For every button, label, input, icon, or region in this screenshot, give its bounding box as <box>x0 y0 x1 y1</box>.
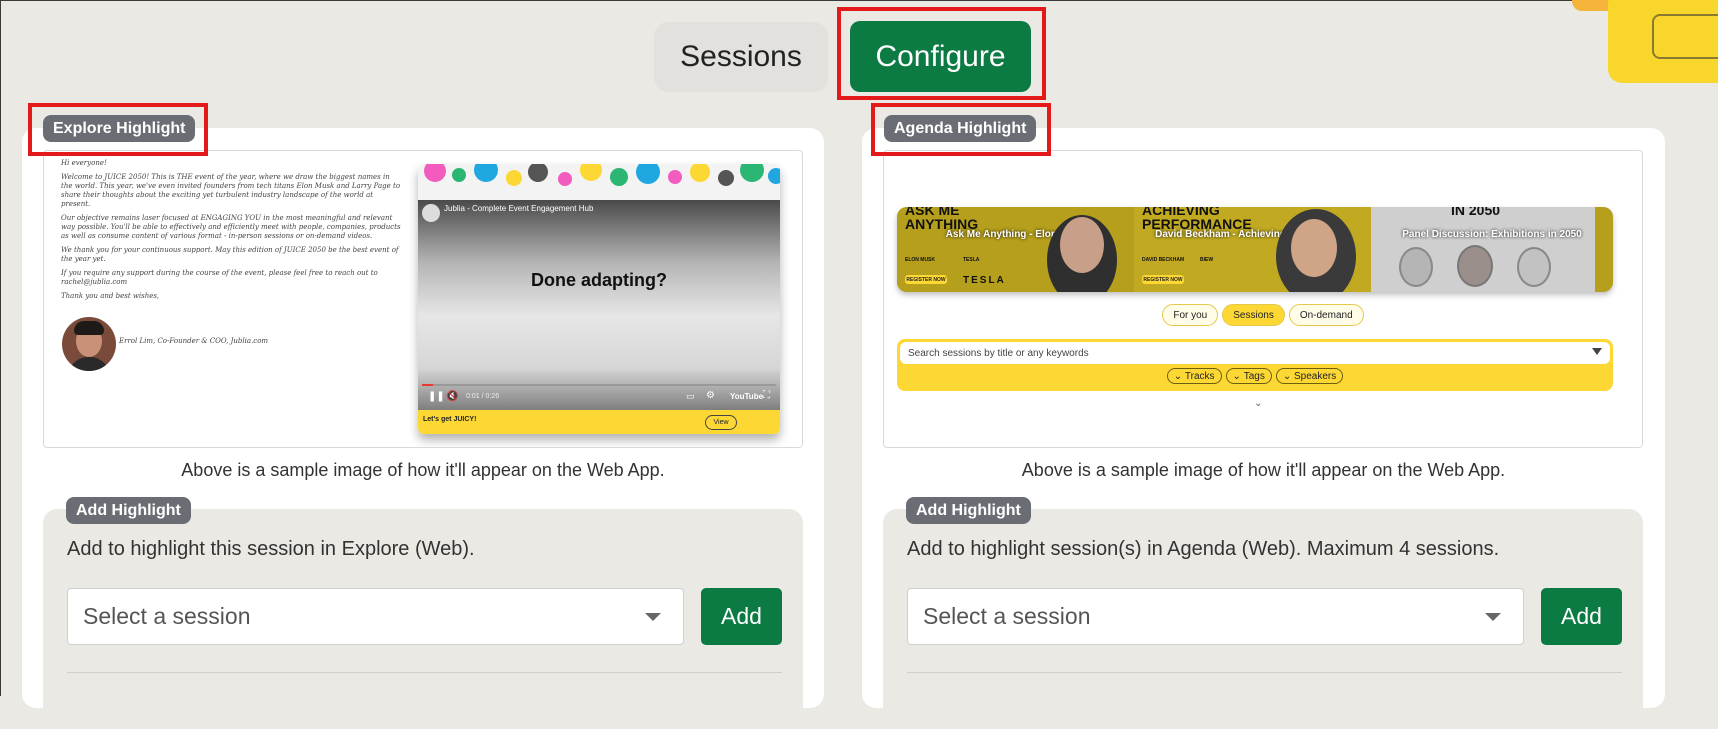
agenda-session-select[interactable]: Select a session <box>907 588 1524 645</box>
settings-icon[interactable]: ⚙ <box>706 390 715 401</box>
caret-down-icon <box>1485 613 1501 621</box>
footer-text: Let's get JUICY! <box>423 416 477 423</box>
explore-highlight-card: Hi everyone! Welcome to JUICE 2050! This… <box>22 128 824 729</box>
explore-caption: Above is a sample image of how it'll app… <box>181 460 665 480</box>
youtube-logo[interactable]: YouTube <box>730 392 763 401</box>
select-placeholder: Select a session <box>83 603 251 629</box>
banner-heading: ASK ME ANYTHING <box>905 207 979 232</box>
view-tabs: Sessions Configure <box>654 21 1031 92</box>
banner-speaker: DAVID BECKHAM <box>1142 257 1185 263</box>
filter-tags[interactable]: ⌄ Tags <box>1225 368 1272 384</box>
tab-configure[interactable]: Configure <box>850 21 1031 92</box>
tab-sessions[interactable]: Sessions <box>654 22 828 92</box>
agenda-search-input[interactable]: Search sessions by title or any keywords <box>900 342 1610 364</box>
banner-slide[interactable]: ACHIEVING PERFORMANCE David Beckham - Ac… <box>1134 207 1371 292</box>
banner-title: Panel Discussion: Exhibitions in 2050 <box>1402 229 1582 240</box>
pause-icon[interactable]: ❚❚ <box>428 391 445 402</box>
video-title: Jublia - Complete Event Engagement Hub <box>444 204 594 213</box>
agenda-search-band: Search sessions by title or any keywords… <box>897 339 1613 391</box>
frame-left <box>0 0 1 696</box>
volume-icon[interactable]: 🔇 <box>446 391 458 402</box>
video-controls: ❚❚ 🔇 0:01 / 0:26 ▭ ⚙ YouTube ⛶ <box>418 384 780 410</box>
filter-icon[interactable] <box>1592 348 1602 355</box>
banner-slide[interactable]: ASK ME ANYTHING Ask Me Anything - Elon M… <box>897 207 1134 292</box>
corner-button[interactable] <box>1652 14 1718 59</box>
video-preview: Jublia - Complete Event Engagement Hub D… <box>418 164 780 434</box>
letter-paragraph: We thank you for your continuous support… <box>61 246 399 263</box>
register-now-button[interactable]: REGISTER NOW <box>905 275 947 284</box>
filter-speakers[interactable]: ⌄ Speakers <box>1275 368 1344 384</box>
agenda-add-panel: Add to highlight session(s) in Agenda (W… <box>883 509 1643 729</box>
video-progress[interactable] <box>422 384 776 386</box>
select-placeholder: Select a session <box>923 603 1091 629</box>
explore-session-select[interactable]: Select a session <box>67 588 684 645</box>
letter-greeting: Hi everyone! <box>61 159 107 167</box>
view-button[interactable]: View <box>705 415 737 430</box>
explore-add-description: Add to highlight this session in Explore… <box>67 538 475 560</box>
caret-down-icon <box>645 613 661 621</box>
letter-paragraph: Thank you and best wishes, <box>61 292 160 300</box>
frame-top <box>0 0 1718 1</box>
divider <box>907 672 1622 673</box>
banner-heading: IN 2050 <box>1451 207 1501 218</box>
explore-add-button[interactable]: Add <box>701 588 782 645</box>
video-footer: Let's get JUICY! View <box>418 410 780 434</box>
explore-highlight-badge: Explore Highlight <box>43 115 196 142</box>
agenda-filter-pills: For you Sessions On-demand <box>884 304 1642 326</box>
video-frame[interactable]: Jublia - Complete Event Engagement Hub D… <box>418 200 780 410</box>
agenda-add-description: Add to highlight session(s) in Agenda (W… <box>907 538 1500 560</box>
agenda-filter-chips: ⌄ Tracks ⌄ Tags ⌄ Speakers <box>897 368 1613 384</box>
banner-slide[interactable]: IN 2050 Panel Discussion: Exhibitions in… <box>1371 207 1613 292</box>
banner-speaker: ELON MUSK <box>905 257 935 263</box>
filter-tracks[interactable]: ⌄ Tracks <box>1166 368 1222 384</box>
explore-add-panel: Add to highlight this session in Explore… <box>43 509 803 729</box>
banner-heading: ACHIEVING PERFORMANCE <box>1142 207 1252 232</box>
register-now-button[interactable]: REGISTER NOW <box>1142 275 1184 284</box>
letter-paragraph: Our objective remains laser focused at E… <box>61 214 401 240</box>
banner-sponsor: BIEW <box>1200 257 1214 263</box>
video-headline: Done adapting? <box>531 270 667 290</box>
video-time: 0:01 / 0:26 <box>466 393 500 400</box>
agenda-add-button[interactable]: Add <box>1541 588 1622 645</box>
explore-add-highlight-badge: Add Highlight <box>66 497 191 524</box>
banner-sponsor: TESLA <box>963 257 980 263</box>
agenda-highlight-card: ASK ME ANYTHING Ask Me Anything - Elon M… <box>862 128 1665 729</box>
agenda-add-highlight-badge: Add Highlight <box>906 497 1031 524</box>
letter-paragraph: Welcome to JUICE 2050! This is THE event… <box>61 173 401 208</box>
welcome-letter: Hi everyone! Welcome to JUICE 2050! This… <box>61 159 401 306</box>
search-placeholder: Search sessions by title or any keywords <box>908 347 1089 359</box>
session-banner-carousel: ASK ME ANYTHING Ask Me Anything - Elon M… <box>897 207 1613 292</box>
agenda-preview-image: ASK ME ANYTHING Ask Me Anything - Elon M… <box>883 150 1643 448</box>
agenda-highlight-badge: Agenda Highlight <box>884 115 1037 142</box>
pill-for-you[interactable]: For you <box>1162 304 1219 326</box>
agenda-caption: Above is a sample image of how it'll app… <box>1021 460 1506 480</box>
chevron-down-icon[interactable]: ⌄ <box>1254 398 1262 409</box>
avatar <box>62 317 116 371</box>
fullscreen-icon[interactable]: ⛶ <box>763 390 770 401</box>
pill-sessions[interactable]: Sessions <box>1222 304 1285 326</box>
pill-on-demand[interactable]: On-demand <box>1288 304 1364 326</box>
captions-icon[interactable]: ▭ <box>686 391 695 402</box>
letter-signature: Errol Lim, Co-Founder & COO, Jublia.com <box>119 337 269 345</box>
letter-paragraph: If you require any support during the co… <box>61 269 378 286</box>
explore-preview-image: Hi everyone! Welcome to JUICE 2050! This… <box>43 150 803 448</box>
divider <box>67 672 782 673</box>
